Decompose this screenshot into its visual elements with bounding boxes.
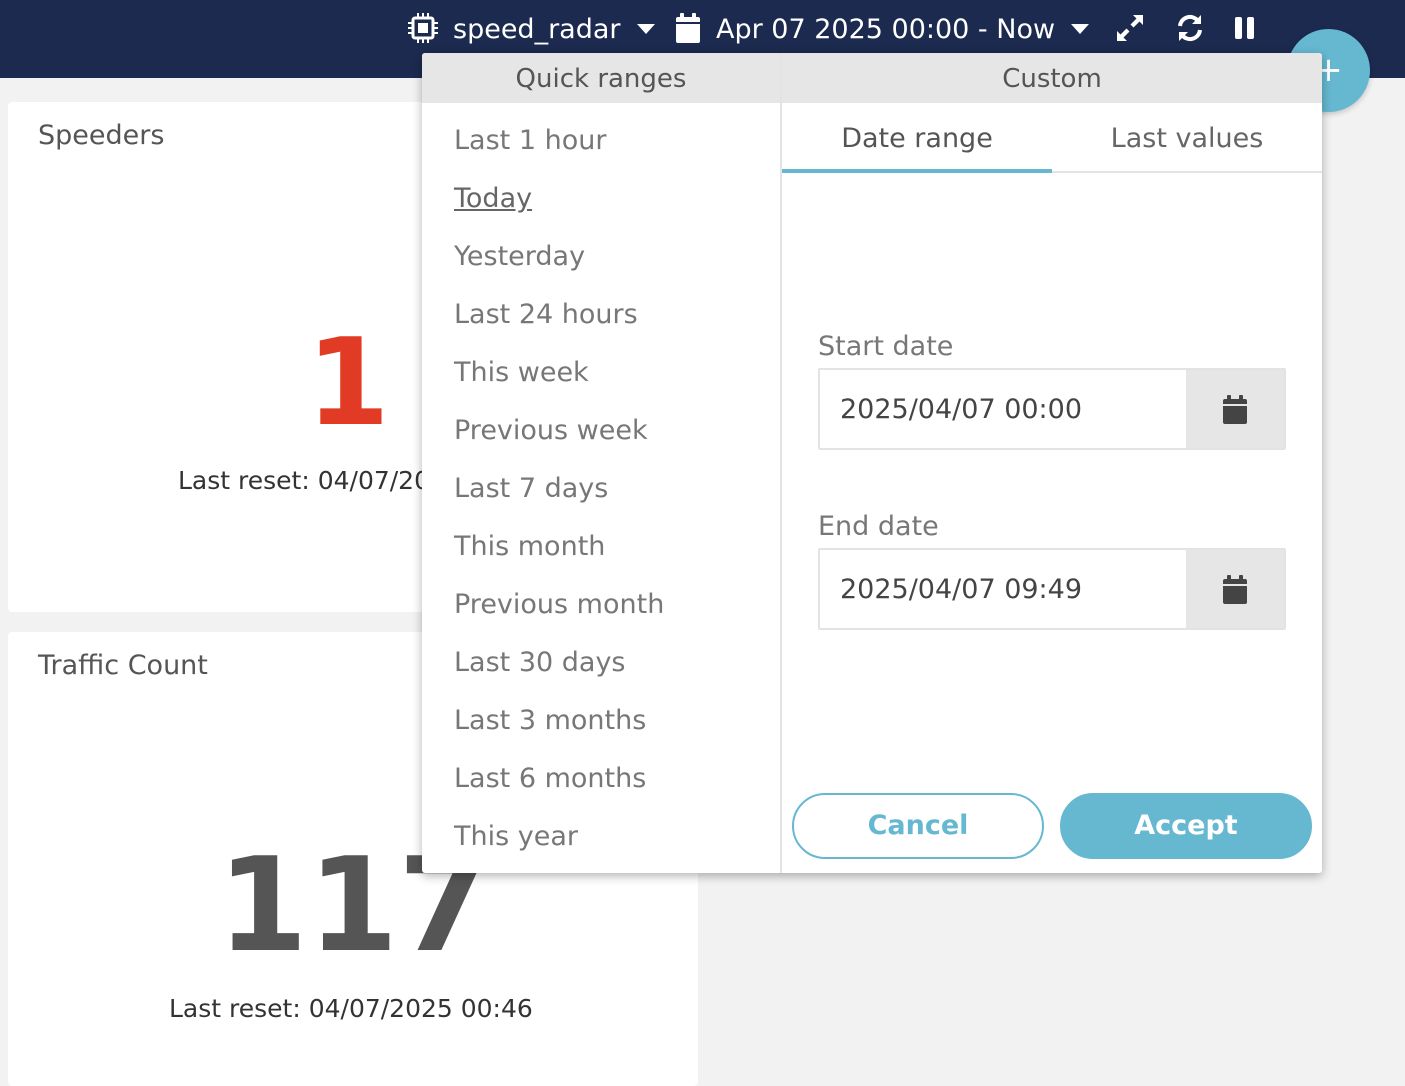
quick-range-item[interactable]: Today <box>454 179 532 219</box>
end-date-field <box>818 548 1286 630</box>
refresh-icon[interactable] <box>1175 12 1205 44</box>
quick-range-item[interactable]: Last 7 days <box>454 469 608 509</box>
date-range-popup: Quick ranges Custom Last 1 hour Today Yest… <box>422 53 1322 873</box>
speeders-value: 1 <box>306 314 390 453</box>
quick-range-item[interactable]: Yesterday <box>454 237 585 277</box>
start-date-picker-button[interactable] <box>1186 370 1284 448</box>
end-date-picker-button[interactable] <box>1186 550 1284 628</box>
calendar-icon <box>1223 395 1247 424</box>
end-date-label: End date <box>818 511 939 542</box>
quick-range-item[interactable]: Last 1 hour <box>454 121 606 161</box>
calendar-icon <box>1223 575 1247 604</box>
expand-icon[interactable] <box>1115 12 1145 44</box>
calendar-icon <box>676 13 700 43</box>
start-date-input[interactable] <box>820 370 1186 448</box>
quick-range-item[interactable]: Last 6 months <box>454 759 646 799</box>
pause-icon[interactable] <box>1232 12 1258 44</box>
quick-range-item[interactable]: This week <box>454 353 589 393</box>
cancel-button[interactable]: Cancel <box>792 793 1044 859</box>
date-range-label: Apr 07 2025 00:00 - Now <box>716 13 1056 45</box>
quick-range-item[interactable]: This year <box>454 817 578 857</box>
date-range-selector[interactable]: Apr 07 2025 00:00 - Now <box>716 6 1090 52</box>
custom-header: Custom <box>782 53 1322 103</box>
quick-range-item[interactable]: Last 3 months <box>454 701 646 741</box>
quick-range-item[interactable]: Last 24 hours <box>454 295 638 335</box>
quick-ranges-header: Quick ranges <box>422 53 780 103</box>
tab-last-values[interactable]: Last values <box>1052 105 1322 173</box>
active-tab-indicator <box>782 169 1052 173</box>
tab-date-range[interactable]: Date range <box>782 105 1052 173</box>
start-date-field <box>818 368 1286 450</box>
accept-button[interactable]: Accept <box>1060 793 1312 859</box>
quick-range-item[interactable]: Last 30 days <box>454 643 626 683</box>
chip-icon <box>408 13 438 43</box>
traffic-count-last-reset: Last reset: 04/07/2025 00:46 <box>169 994 533 1023</box>
chevron-down-icon <box>636 24 655 34</box>
chevron-down-icon <box>1071 24 1090 34</box>
start-date-label: Start date <box>818 331 954 362</box>
traffic-count-title: Traffic Count <box>38 650 208 681</box>
end-date-input[interactable] <box>820 550 1186 628</box>
popup-divider <box>780 53 782 873</box>
device-name: speed_radar <box>453 13 621 45</box>
device-selector[interactable]: speed_radar <box>453 6 655 52</box>
speeders-title: Speeders <box>38 120 165 151</box>
quick-range-item[interactable]: Previous week <box>454 411 648 451</box>
tab-divider <box>1052 171 1322 173</box>
quick-range-item[interactable]: This month <box>454 527 605 567</box>
quick-range-item[interactable]: Previous month <box>454 585 664 625</box>
